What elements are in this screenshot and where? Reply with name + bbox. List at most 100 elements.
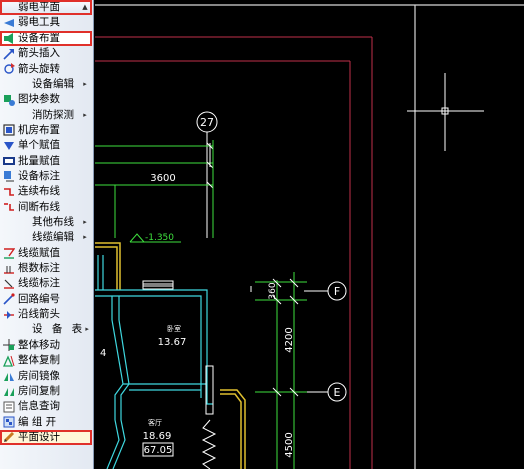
menu-item-27[interactable]: 信息查询 xyxy=(0,399,92,414)
menu-item-12[interactable]: 设备标注 xyxy=(0,169,92,184)
menu-item-14[interactable]: 间断布线 xyxy=(0,200,92,215)
menu-item-label: 弱电平面 xyxy=(18,1,60,14)
menu-item-label: 平面设计 xyxy=(18,430,60,443)
menu-item-20[interactable]: 回路编号 xyxy=(0,292,92,307)
room-layout-icon xyxy=(2,124,16,137)
menu-item-label: 整体复制 xyxy=(18,354,60,367)
menu-item-label: 机房布置 xyxy=(18,123,60,136)
mirror-room-icon xyxy=(2,370,16,382)
menu-item-8[interactable]: 消防探测 ▸ xyxy=(0,107,92,122)
menu-item-2[interactable]: 弱电工具 xyxy=(0,15,92,30)
menu-item-3[interactable]: 设备布置 xyxy=(0,30,92,46)
menu-item-29[interactable]: 平面设计 xyxy=(0,429,92,446)
menu-item-label: 消防探测 xyxy=(32,108,74,121)
menu-item-19[interactable]: 线缆标注 xyxy=(0,276,92,291)
room2-name: 客厅 xyxy=(148,418,162,427)
menu-item-6[interactable]: 设备编辑 ▸ xyxy=(0,77,92,92)
cad-drawing[interactable]: 27 3600 -1.350 卧室 13.67 客厅 18.69 67.05 4… xyxy=(95,0,524,469)
menu-item-18[interactable]: 根数标注 xyxy=(0,261,92,276)
loop-number-icon xyxy=(2,293,16,305)
speaker-icon xyxy=(2,32,16,44)
side-menu: 弱电平面 ▲ 弱电工具 设备布置箭头插入箭头旋转设备编辑 ▸ 图块参数消防探测 ▸ 机房布置单… xyxy=(0,0,94,469)
menu-item-label: 整体移动 xyxy=(18,338,60,351)
copy-all-icon xyxy=(2,355,16,367)
menu-item-label: 单个赋值 xyxy=(18,139,60,152)
menu-item-label: 间断布线 xyxy=(18,200,60,213)
left-dim-text: 4 xyxy=(100,348,106,359)
menu-item-label: 图块参数 xyxy=(18,93,60,106)
room1-name: 卧室 xyxy=(167,324,181,333)
cable-assign-icon xyxy=(2,247,16,259)
elevation-label: -1.350 xyxy=(145,233,174,243)
menu-item-4[interactable]: 箭头插入 xyxy=(0,46,92,61)
device-label-icon xyxy=(2,170,16,182)
menu-item-23[interactable]: 整体移动 xyxy=(0,338,92,353)
blank-icon xyxy=(2,232,16,244)
menu-item-25[interactable]: 房间镜像 xyxy=(0,368,92,383)
menu-item-label: 房间镜像 xyxy=(18,369,60,382)
group-icon xyxy=(2,416,16,428)
arrow-insert-icon xyxy=(2,48,16,60)
block-param-icon xyxy=(2,94,16,106)
menu-item-10[interactable]: 单个赋值 xyxy=(0,138,92,153)
room2-area: 18.69 xyxy=(143,431,172,442)
count-label-icon xyxy=(2,263,16,275)
menu-item-5[interactable]: 箭头旋转 xyxy=(0,61,92,76)
cable-label-icon xyxy=(2,278,16,290)
arrow-rotate-icon xyxy=(2,63,16,75)
menu-item-label: 箭头旋转 xyxy=(18,62,60,75)
menu-item-26[interactable]: 房间复制 xyxy=(0,384,92,399)
info-query-icon xyxy=(2,401,16,413)
menu-item-7[interactable]: 图块参数 xyxy=(0,92,92,107)
menu-item-15[interactable]: 其他布线 ▸ xyxy=(0,215,92,230)
menu-item-label: 设备编辑 xyxy=(32,77,74,90)
submenu-arrow-icon: ▸ xyxy=(83,218,87,227)
grid-f-label: F xyxy=(334,285,340,298)
menu-item-label: 线缆赋值 xyxy=(18,246,60,259)
menu-item-label: 根数标注 xyxy=(18,262,60,275)
menu-item-label: 线缆编辑 xyxy=(32,231,74,244)
axis-number-27: 27 xyxy=(200,116,214,129)
triangle-icon xyxy=(2,17,16,29)
continuous-wire-icon xyxy=(2,186,16,198)
submenu-arrow-icon: ▸ xyxy=(83,110,87,119)
menu-item-label: 设备布置 xyxy=(18,31,60,44)
menu-item-16[interactable]: 线缆编辑 ▸ xyxy=(0,230,92,245)
menu-item-label: 房间复制 xyxy=(18,384,60,397)
move-all-icon xyxy=(2,339,16,352)
menu-item-1[interactable]: 弱电平面 ▲ xyxy=(0,0,92,16)
dim-3600: 3600 xyxy=(150,173,175,184)
menu-item-label: 设备标注 xyxy=(18,169,60,182)
blank-icon xyxy=(2,109,16,121)
room1-area: 13.67 xyxy=(158,337,187,348)
menu-item-label: 批量赋值 xyxy=(18,154,60,167)
submenu-arrow-icon: ▲ xyxy=(82,3,88,12)
blank-icon xyxy=(2,217,16,229)
menu-item-13[interactable]: 连续布线 xyxy=(0,184,92,199)
menu-item-label: 线缆标注 xyxy=(18,277,60,290)
grid-e-label: E xyxy=(334,386,341,399)
dim-4200: 4200 xyxy=(284,327,295,352)
blank-icon xyxy=(2,2,16,14)
broken-wire-icon xyxy=(2,201,16,213)
menu-item-11[interactable]: 批量赋值 xyxy=(0,154,92,169)
menu-item-17[interactable]: 线缆赋值 xyxy=(0,246,92,261)
dim-360: 360 xyxy=(268,282,278,299)
cad-canvas[interactable]: 27 3600 -1.350 卧室 13.67 客厅 18.69 67.05 4… xyxy=(95,0,524,469)
dim-4500: 4500 xyxy=(284,432,295,457)
room2-box-value: 67.05 xyxy=(144,445,173,456)
pencil-icon xyxy=(2,431,16,443)
menu-item-22[interactable]: 设 备 表 ▸ xyxy=(0,322,92,337)
single-assign-icon xyxy=(2,140,16,152)
menu-item-label: 编 组 开 xyxy=(18,415,57,428)
menu-item-21[interactable]: 沿线箭头 xyxy=(0,307,92,322)
batch-assign-icon xyxy=(2,155,16,167)
copy-room-icon xyxy=(2,385,16,397)
submenu-arrow-icon: ▸ xyxy=(85,325,89,334)
submenu-arrow-icon: ▸ xyxy=(83,79,87,88)
menu-item-28[interactable]: 编 组 开 xyxy=(0,414,92,429)
menu-item-24[interactable]: 整体复制 xyxy=(0,353,92,368)
menu-item-9[interactable]: 机房布置 xyxy=(0,123,92,138)
menu-item-label: 箭头插入 xyxy=(18,47,60,60)
submenu-arrow-icon: ▸ xyxy=(83,233,87,242)
